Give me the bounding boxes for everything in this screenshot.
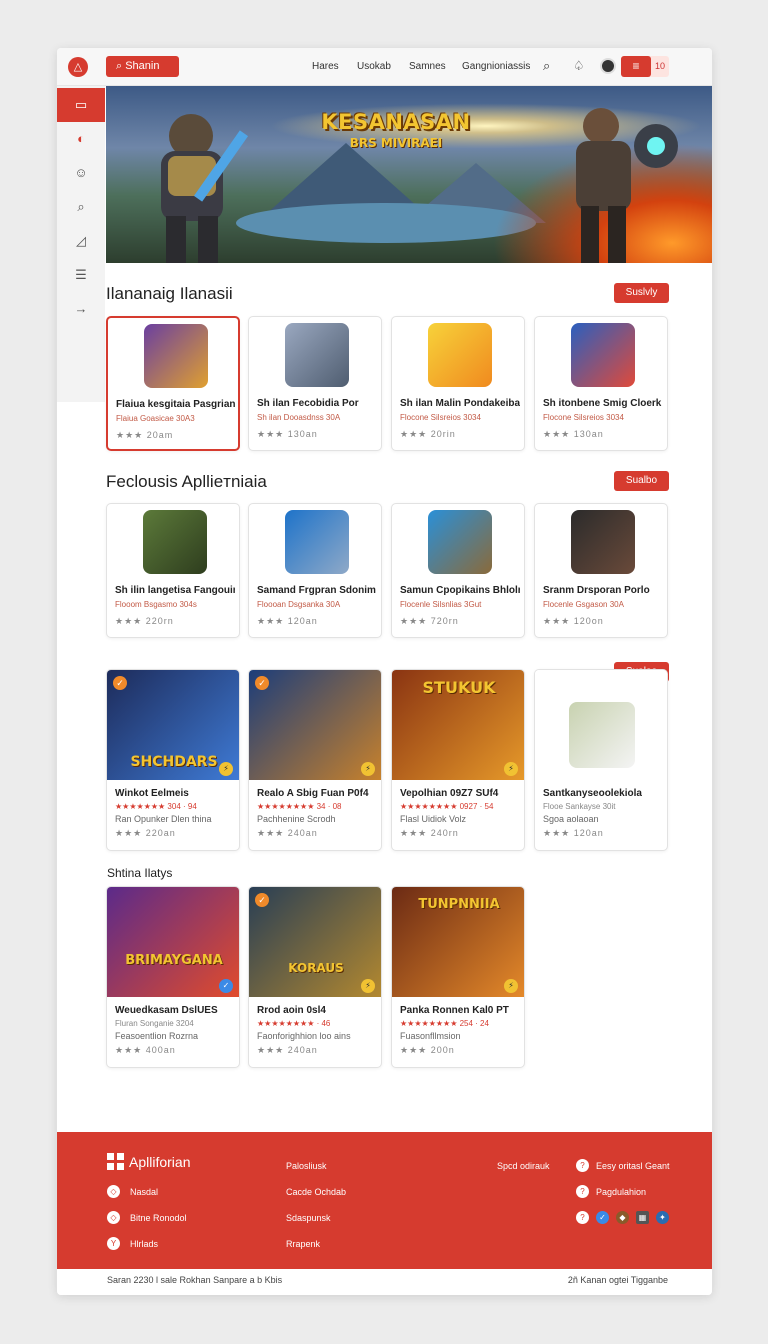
app-icon [143, 510, 207, 574]
search-button[interactable]: ⌕ Shanin [106, 56, 179, 77]
footer-link[interactable]: Sdaspunsk [286, 1213, 331, 1223]
top-bar: △ ⌕ Shanin Hares Usokab Samnes Gangnioni… [57, 48, 712, 86]
app-icon [571, 323, 635, 387]
shield-icon: ◇ [107, 1185, 120, 1198]
section-title-1: Ilananaig Ilanasii [106, 284, 233, 303]
game-icon[interactable]: ◆ [616, 1211, 629, 1224]
game-card[interactable]: KORAUS ✓ ⚡ Rrod aoin 0sl4 ★★★★★★★★ · 46 … [248, 886, 382, 1068]
app-logo-icon[interactable]: △ [68, 57, 88, 77]
section-2-button[interactable]: Sualbo [614, 471, 669, 491]
footer-link[interactable]: Rrapenk [286, 1239, 320, 1249]
bolt-icon: ⚡ [219, 762, 233, 776]
grid-icon [107, 1153, 124, 1170]
app-icon [144, 324, 208, 388]
bolt-icon: ⚡ [504, 762, 518, 776]
footer-link[interactable]: Cacde Ochdab [286, 1187, 346, 1197]
avatar[interactable] [600, 58, 616, 74]
sidebar-users-icon[interactable]: ☺ [57, 156, 105, 190]
app-icon [571, 510, 635, 574]
game-card[interactable]: ✓ ⚡ Realo A Sbig Fuan P0f4 ★★★★★★★★ 34 ·… [248, 669, 382, 851]
warrior-illustration [161, 114, 249, 263]
nav-link-4[interactable]: Gangnioniassis [462, 61, 530, 72]
footer: Aplliforian ◇ Nasdal ◇ Bitne Ronodol Y H… [57, 1132, 712, 1269]
help-icon: ? [576, 1185, 589, 1198]
app-card[interactable]: Sh ilan Fecobidia Por Sh ilan Dooasdnss … [248, 316, 382, 451]
app-icon [428, 510, 492, 574]
sidebar-arrow-icon[interactable]: → [57, 292, 105, 326]
twitter-icon[interactable]: ✓ [596, 1211, 609, 1224]
footer-link[interactable]: Hlrlads [130, 1239, 158, 1249]
controller-icon [569, 702, 635, 768]
app-card[interactable]: Flaiua kesgitaia Pasgrian Flaiua Goasica… [106, 316, 240, 451]
pin-icon: Y [107, 1237, 120, 1250]
badge-icon: ✓ [255, 676, 269, 690]
game-card[interactable]: SHCHDARS ✓ ⚡ Winkot Eelmeis ★★★★★★★ 304 … [106, 669, 240, 851]
app-icon [428, 323, 492, 387]
section-title-4: Shtina Ilatys [107, 866, 173, 880]
nav-link-3[interactable]: Samnes [409, 61, 446, 72]
soldier-illustration [576, 108, 678, 263]
sidebar: ▭ ◐ ☺ ⌕ ◿ ☰ → [57, 86, 105, 402]
app-card[interactable]: Samand Frgpran Sdonim Floooan Dsgsanka 3… [248, 503, 382, 638]
app-card[interactable]: Sh itonbene Smig Cloerk Flocone Silsreio… [534, 316, 668, 451]
game-card[interactable]: BRIMAYGANA ✓ Weuedkasam DslUES Fluran So… [106, 886, 240, 1068]
banner-subtitle: BRS MIVIRAEI [349, 136, 443, 150]
search-icon[interactable]: ⌕ [543, 58, 550, 74]
sidebar-chart-icon[interactable]: ◿ [57, 224, 105, 258]
search-icon: ⌕ [116, 60, 126, 72]
share-icon[interactable]: ✦ [656, 1211, 669, 1224]
game-card[interactable]: TUNPNNIIA ⚡ Panka Ronnen Kal0 PT ★★★★★★★… [391, 886, 525, 1068]
bolt-icon: ⚡ [504, 979, 518, 993]
game-card[interactable]: Santkanyseoolekiola Flooe Sankayse 30it … [534, 669, 668, 851]
sidebar-search-icon[interactable]: ⌕ [57, 190, 105, 224]
app-window: △ ⌕ Shanin Hares Usokab Samnes Gangnioni… [57, 48, 712, 1295]
badge-icon: ✓ [255, 893, 269, 907]
bell-icon[interactable]: ♤ [573, 58, 585, 74]
check-icon: ✓ [219, 979, 233, 993]
help-icon: ? [576, 1159, 589, 1172]
copyright-text: Saran 2230 l sale Rokhan Sanpare a b Kbi… [107, 1275, 283, 1285]
app-icon [285, 323, 349, 387]
app-card[interactable]: Sh ilin langetisa Fangouin Flooom Bsgasm… [106, 503, 240, 638]
game-art [535, 670, 667, 780]
section-1-button[interactable]: Suslvly [614, 283, 669, 303]
footer-link[interactable]: Nasdal [130, 1187, 158, 1197]
nav-link-2[interactable]: Usokab [357, 61, 391, 72]
bottom-right-text[interactable]: 2ñ Kanan ogtei Tigganbe [568, 1275, 668, 1285]
banner-title: KESANASAN [321, 110, 471, 134]
footer-link[interactable]: Eesy oritasl Geant [596, 1161, 670, 1171]
game-card[interactable]: STUKUK ⚡ Vepolhian 09Z7 SUf4 ★★★★★★★★ 09… [391, 669, 525, 851]
footer-link[interactable]: Pagdulahion [596, 1187, 646, 1197]
footer-link[interactable]: Palosliusk [286, 1161, 327, 1171]
sidebar-tv-icon[interactable]: ▭ [57, 88, 105, 122]
media-icon[interactable]: ▦ [636, 1211, 649, 1224]
sidebar-list-icon[interactable]: ☰ [57, 258, 105, 292]
footer-heading: Spcd odirauk [497, 1161, 550, 1171]
section-title-2: Feclousis Apllieтniaia [106, 472, 267, 491]
hero-banner[interactable]: KESANASAN BRS MIVIRAEI [106, 86, 712, 263]
social-icon[interactable]: ? [576, 1211, 589, 1224]
app-card[interactable]: Sranm Drsporan Porlo Flocenle Gsgason 30… [534, 503, 668, 638]
bolt-icon: ⚡ [361, 762, 375, 776]
app-card[interactable]: Samun Cpopikains Bhloln Flocenle Silsnli… [391, 503, 525, 638]
shield-icon: ◇ [107, 1211, 120, 1224]
sidebar-game-icon[interactable]: ◐ [57, 122, 105, 156]
menu-button[interactable]: ≡ 10 [621, 56, 669, 77]
notification-dot: 10 [655, 61, 666, 71]
app-icon [285, 510, 349, 574]
hamburger-icon: ≡ [621, 56, 651, 77]
app-card[interactable]: Sh ilan Malin Pondakeiban Flocone Silsre… [391, 316, 525, 451]
footer-brand: Aplliforian [129, 1154, 191, 1170]
badge-icon: ✓ [113, 676, 127, 690]
bolt-icon: ⚡ [361, 979, 375, 993]
nav-link-1[interactable]: Hares [312, 61, 339, 72]
footer-link[interactable]: Bitne Ronodol [130, 1213, 187, 1223]
bottom-bar: Saran 2230 l sale Rokhan Sanpare a b Kbi… [57, 1269, 712, 1295]
